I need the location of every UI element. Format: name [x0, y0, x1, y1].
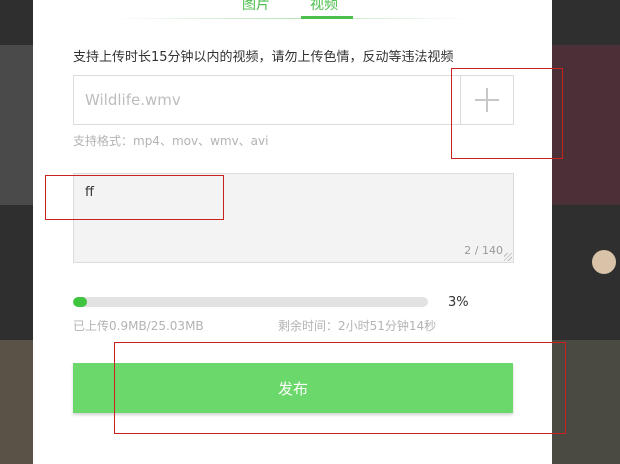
description-text: ff	[85, 185, 94, 200]
char-counter: 2 / 140	[464, 244, 503, 257]
time-remaining: 剩余时间：2小时51分钟14秒	[278, 319, 437, 333]
resize-handle-icon[interactable]	[504, 253, 512, 261]
supported-formats: 支持格式：mp4、mov、wmv、avi	[73, 134, 269, 148]
upload-percent: 3%	[448, 295, 469, 310]
file-picker	[73, 75, 514, 125]
upload-notice: 支持上传时长15分钟以内的视频，请勿上传色情，反动等违法视频	[73, 50, 454, 65]
background-thumbnail	[0, 45, 33, 205]
media-tabs: 图片 视频	[33, 0, 552, 20]
upload-dialog: 图片 视频 支持上传时长15分钟以内的视频，请勿上传色情，反动等违法视频 支持格…	[33, 0, 552, 464]
avatar	[592, 250, 616, 274]
file-name-input[interactable]	[74, 76, 454, 124]
tab-video[interactable]: 视频	[310, 0, 338, 14]
publish-button[interactable]: 发布	[73, 363, 513, 413]
background-thumbnail	[552, 340, 620, 464]
add-file-button[interactable]	[460, 76, 513, 124]
tab-images[interactable]: 图片	[242, 0, 270, 14]
background-thumbnail	[0, 340, 33, 464]
uploaded-size: 已上传0.9MB/25.03MB	[73, 319, 204, 333]
upload-progress-bar	[73, 297, 428, 307]
tabs-divider	[113, 18, 473, 19]
description-textarea[interactable]: ff 2 / 140	[73, 173, 514, 263]
active-tab-indicator	[301, 16, 353, 19]
upload-progress-fill	[73, 297, 88, 307]
background-thumbnail	[552, 45, 620, 205]
